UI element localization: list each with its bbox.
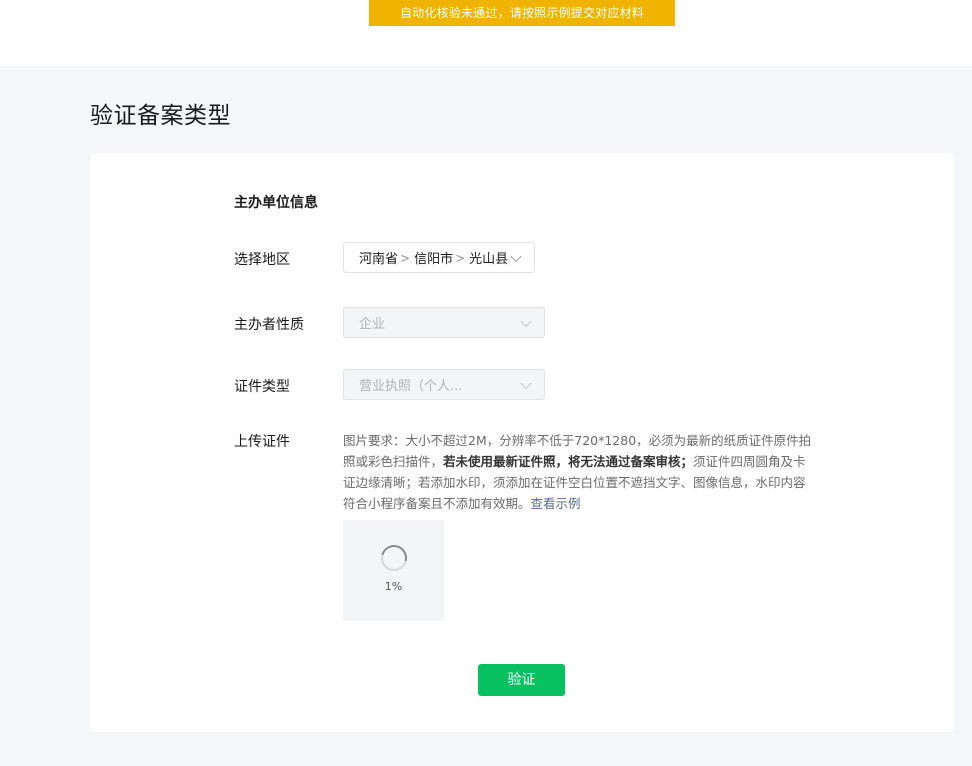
nature-label: 主办者性质 <box>234 317 304 333</box>
upload-label: 上传证件 <box>234 434 290 450</box>
chevron-down-icon <box>510 250 522 262</box>
region-separator-icon: > <box>455 249 466 266</box>
region-label: 选择地区 <box>234 252 290 268</box>
upload-desc-warning: 若未使用最新证件照，将无法通过备案审核； <box>443 454 694 469</box>
region-province: 河南省 <box>359 252 399 267</box>
warning-banner: 自动化核验未通过，请按照示例提交对应材料 <box>369 0 675 26</box>
region-county: 光山县 <box>469 252 509 267</box>
section-title: 主办单位信息 <box>234 195 318 211</box>
verify-button[interactable]: 验证 <box>478 664 565 696</box>
view-example-link[interactable]: 查看示例 <box>531 496 581 511</box>
region-select[interactable]: 河南省 > 信阳市 > 光山县 <box>343 242 535 273</box>
cert-type-label: 证件类型 <box>234 379 290 395</box>
cert-type-select[interactable]: 营业执照（个人... <box>343 369 545 400</box>
chevron-down-icon <box>520 377 532 389</box>
region-separator-icon: > <box>400 249 411 266</box>
nature-select[interactable]: 企业 <box>343 307 545 338</box>
chevron-down-icon <box>520 315 532 327</box>
cert-type-value: 营业执照（个人... <box>359 379 463 394</box>
region-city: 信阳市 <box>414 252 454 267</box>
upload-box[interactable]: 1% <box>343 520 444 621</box>
upload-requirements: 图片要求：大小不超过2M，分辨率不低于720*1280，必须为最新的纸质证件原件… <box>343 430 813 514</box>
page-title: 验证备案类型 <box>90 103 231 129</box>
upload-progress: 1% <box>384 580 403 593</box>
loading-spinner-icon <box>376 540 412 576</box>
nature-value: 企业 <box>359 317 386 332</box>
